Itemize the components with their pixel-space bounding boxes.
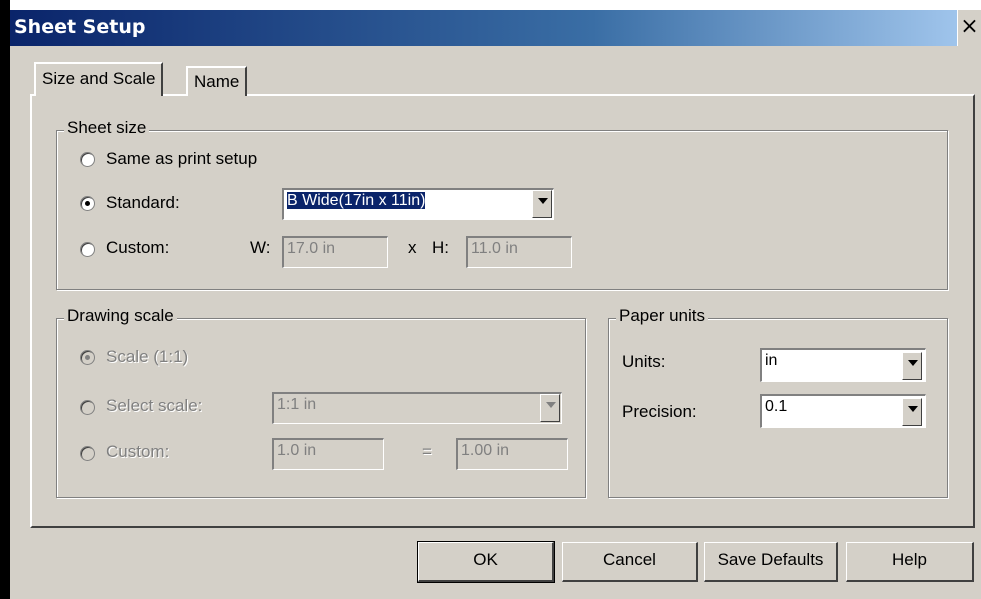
scale-1-1-radio[interactable] bbox=[80, 350, 95, 365]
ok-button[interactable]: OK bbox=[417, 541, 555, 583]
chevron-down-icon bbox=[908, 360, 918, 366]
save-defaults-button[interactable]: Save Defaults bbox=[704, 542, 838, 582]
window-edge bbox=[0, 0, 10, 599]
select-scale-select[interactable]: 1:1 in bbox=[272, 392, 562, 424]
units-dropdown-arrow[interactable] bbox=[902, 352, 922, 380]
same-as-print-label: Same as print setup bbox=[106, 149, 258, 168]
by-label: x bbox=[408, 238, 417, 257]
precision-dropdown-arrow[interactable] bbox=[902, 398, 922, 426]
standard-label: Standard: bbox=[106, 193, 180, 212]
units-label: Units: bbox=[622, 352, 666, 371]
standard-size-value: B Wide(17in x 11in) bbox=[287, 192, 426, 209]
title-bar: Sheet Setup bbox=[10, 10, 981, 46]
width-label: W: bbox=[250, 238, 271, 257]
standard-size-select[interactable]: B Wide(17in x 11in) bbox=[282, 188, 554, 220]
select-scale-dropdown-arrow[interactable] bbox=[540, 394, 560, 422]
custom-scale-label: Custom: bbox=[106, 442, 170, 461]
chevron-down-icon bbox=[546, 402, 556, 408]
width-input[interactable]: 17.0 in bbox=[282, 236, 388, 268]
select-scale-radio[interactable] bbox=[80, 400, 95, 415]
precision-label: Precision: bbox=[622, 402, 697, 421]
height-input[interactable]: 11.0 in bbox=[466, 236, 572, 268]
sheet-size-legend: Sheet size bbox=[64, 118, 150, 138]
custom-scale-right-input[interactable]: 1.00 in bbox=[456, 438, 568, 470]
scale-radio-dot bbox=[85, 355, 90, 360]
custom-size-radio[interactable] bbox=[80, 242, 95, 257]
scale-1-1-label: Scale (1:1) bbox=[106, 347, 189, 366]
drawing-scale-legend: Drawing scale bbox=[64, 306, 177, 326]
tab-size-and-scale-label: Size and Scale bbox=[42, 69, 156, 88]
cancel-button[interactable]: Cancel bbox=[562, 542, 698, 582]
height-label: H: bbox=[432, 238, 449, 257]
standard-radio-dot bbox=[85, 201, 90, 206]
dialog-title: Sheet Setup bbox=[14, 16, 146, 38]
tab-name[interactable]: Name bbox=[186, 66, 248, 96]
tab-panel: Sheet size Same as print setup Standard:… bbox=[30, 94, 975, 528]
help-button[interactable]: Help bbox=[846, 542, 974, 582]
standard-dropdown-arrow[interactable] bbox=[532, 190, 552, 218]
chevron-down-icon bbox=[908, 406, 918, 412]
tab-size-and-scale[interactable]: Size and Scale bbox=[34, 62, 164, 96]
tab-name-label: Name bbox=[194, 72, 240, 91]
select-scale-label: Select scale: bbox=[106, 396, 203, 415]
paper-units-legend: Paper units bbox=[616, 306, 708, 326]
standard-radio[interactable] bbox=[80, 196, 95, 211]
chevron-down-icon bbox=[538, 198, 548, 204]
custom-size-label: Custom: bbox=[106, 238, 170, 257]
close-icon[interactable]: × bbox=[957, 10, 981, 46]
same-as-print-radio[interactable] bbox=[80, 152, 95, 167]
equals-label: = bbox=[422, 442, 432, 461]
dialog-body: Size and Scale Name Sheet size Same as p… bbox=[10, 46, 981, 599]
custom-scale-radio[interactable] bbox=[80, 446, 95, 461]
custom-scale-left-input[interactable]: 1.0 in bbox=[272, 438, 384, 470]
